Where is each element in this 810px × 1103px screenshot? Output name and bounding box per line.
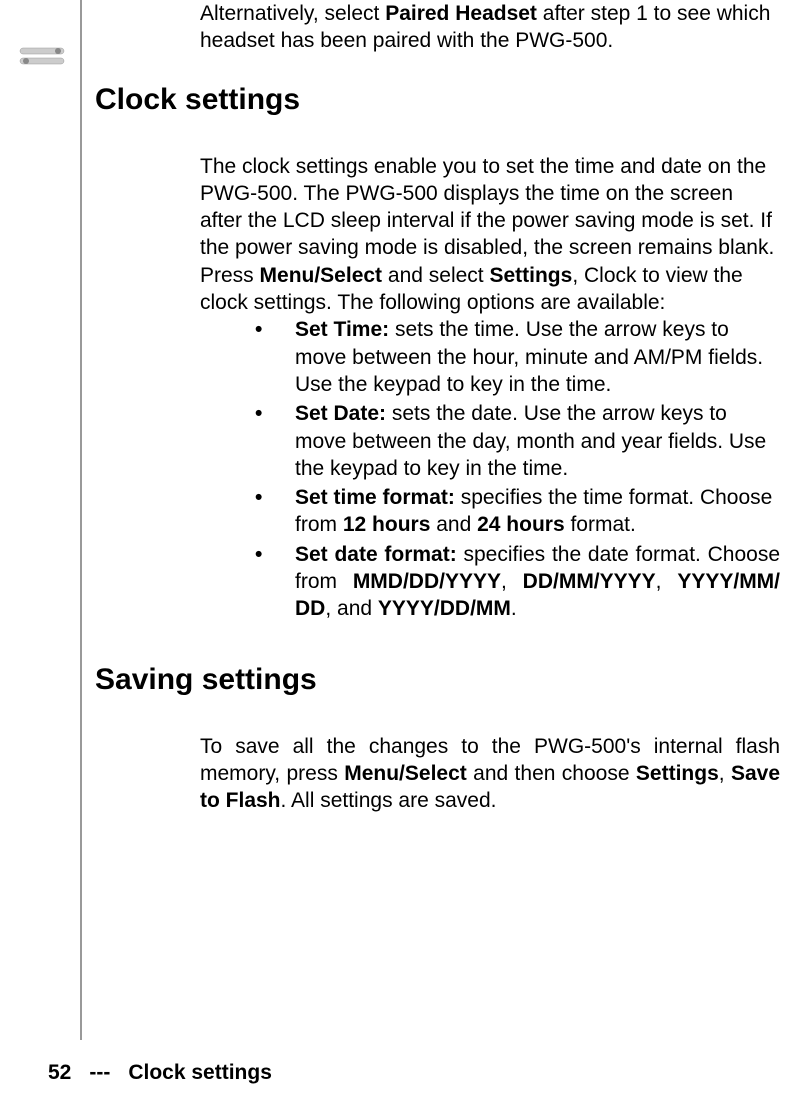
bold-12-hours: 12 hours xyxy=(343,513,431,536)
text: , xyxy=(656,570,678,593)
intro-paragraph: Alternatively, select Paired Headset aft… xyxy=(200,0,780,55)
bold-paired-headset: Paired Headset xyxy=(385,2,537,25)
heading-clock-settings: Clock settings xyxy=(95,83,780,117)
text: format. xyxy=(565,513,636,536)
text: . All settings are saved. xyxy=(281,789,497,812)
text: , xyxy=(719,762,731,785)
bold-settings: Settings xyxy=(636,762,719,785)
clock-paragraph: The clock settings enable you to set the… xyxy=(200,153,780,317)
saving-paragraph: To save all the changes to the PWG-500's… xyxy=(200,733,780,815)
text: . xyxy=(511,597,517,620)
bold-menu-select: Menu/Select xyxy=(260,264,383,287)
option-label: Set Time: xyxy=(295,318,389,341)
text: , xyxy=(501,570,523,593)
switch-icon xyxy=(18,46,66,66)
text: and select xyxy=(382,264,489,287)
page-footer: 52 --- Clock settings xyxy=(48,1061,272,1085)
vertical-divider xyxy=(80,0,82,1040)
bullet-icon: • xyxy=(255,484,262,511)
bold-menu-select: Menu/Select xyxy=(344,762,467,785)
text: Alternatively, select xyxy=(200,2,385,25)
bullet-icon: • xyxy=(255,400,262,427)
option-label: Set time format: xyxy=(295,486,455,509)
list-item: • Set time format: specifies the time fo… xyxy=(255,484,780,539)
heading-saving-settings: Saving settings xyxy=(95,663,780,697)
option-label: Set date format: xyxy=(295,543,457,566)
bold-settings: Set­tings xyxy=(489,264,572,287)
footer-separator: --- xyxy=(89,1061,110,1084)
list-item: • Set Date: sets the date. Use the arrow… xyxy=(255,400,780,482)
bold-mmddyyyy: MMD/DD/YYYY xyxy=(353,570,501,593)
text: and then choose xyxy=(467,762,636,785)
text: and xyxy=(430,513,477,536)
footer-title: Clock settings xyxy=(128,1061,272,1084)
bullet-icon: • xyxy=(255,316,262,343)
bold-yyyyddmm: YYYY/DD/MM xyxy=(378,597,511,620)
bullet-icon: • xyxy=(255,541,262,568)
page-number: 52 xyxy=(48,1061,71,1084)
list-item: • Set date format: specifies the date fo… xyxy=(255,541,780,623)
bold-24-hours: 24 hours xyxy=(477,513,565,536)
list-item: • Set Time: sets the time. Use the arrow… xyxy=(255,316,780,398)
option-label: Set Date: xyxy=(295,402,386,425)
page-content: Alternatively, select Paired Headset aft… xyxy=(95,0,780,1040)
bold-ddmmyyyy: DD/MM/YYYY xyxy=(523,570,656,593)
text: , and xyxy=(325,597,378,620)
clock-options-list: • Set Time: sets the time. Use the arrow… xyxy=(255,316,780,622)
